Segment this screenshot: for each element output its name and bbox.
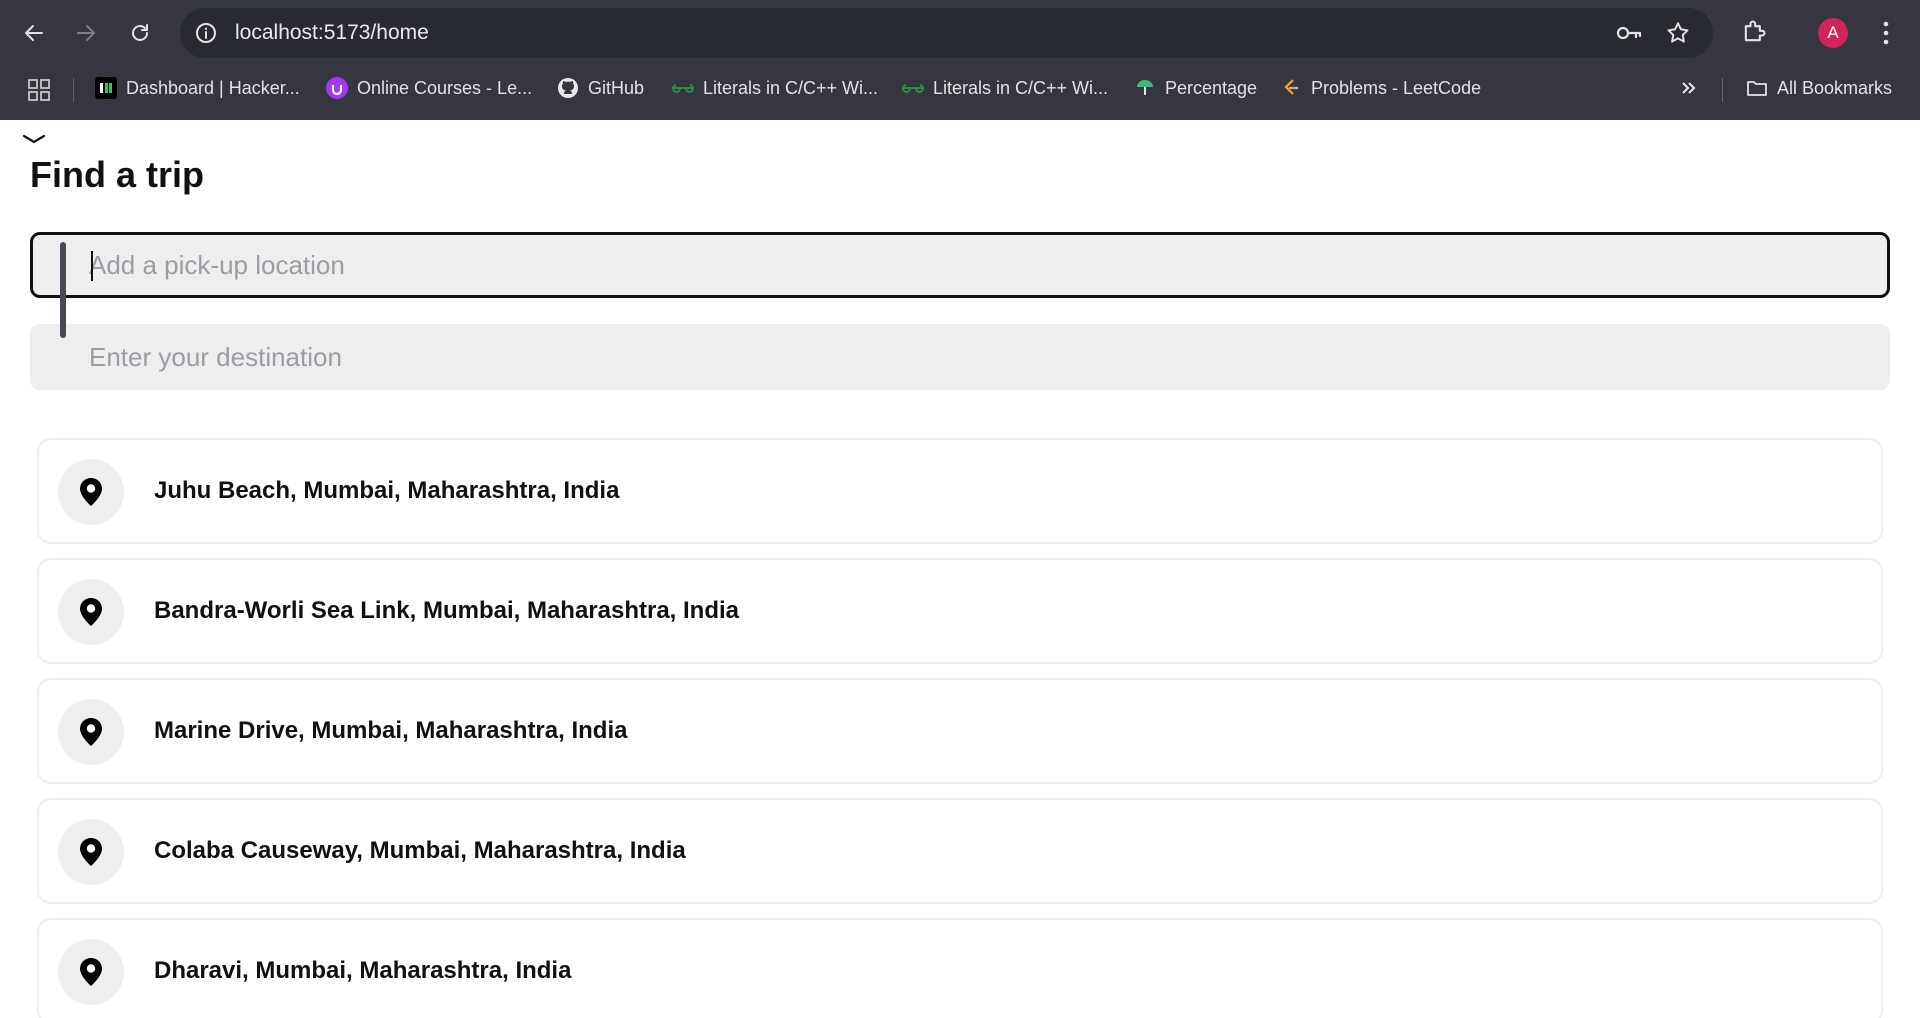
folder-icon	[1746, 77, 1768, 99]
geeksforgeeks-icon	[902, 77, 924, 99]
forward-button[interactable]	[66, 13, 106, 53]
address-bar[interactable]: localhost:5173/home	[180, 8, 1713, 58]
bookmarks-separator	[73, 78, 74, 102]
password-key-icon[interactable]	[1615, 21, 1643, 45]
all-bookmarks-button[interactable]: All Bookmarks	[1746, 74, 1892, 102]
chevron-double-right-icon	[1678, 77, 1700, 99]
github-icon	[557, 77, 579, 99]
bookmark-item[interactable]: Literals in C/C++ Wi...	[672, 74, 878, 102]
site-info-icon[interactable]	[194, 21, 218, 45]
location-suggestion[interactable]: Juhu Beach, Mumbai, Maharashtra, India	[37, 438, 1883, 544]
route-line	[60, 242, 66, 338]
location-suggestion[interactable]: Marine Drive, Mumbai, Maharashtra, India	[37, 678, 1883, 784]
location-pin-icon	[58, 579, 124, 645]
page-title: Find a trip	[30, 154, 204, 195]
bookmark-item[interactable]: Problems - LeetCode	[1280, 74, 1481, 102]
arrow-right-icon	[77, 25, 95, 41]
suggestion-label: Dharavi, Mumbai, Maharashtra, India	[154, 957, 572, 984]
suggestion-label: Juhu Beach, Mumbai, Maharashtra, India	[154, 477, 620, 504]
suggestion-label: Marine Drive, Mumbai, Maharashtra, India	[154, 717, 628, 744]
location-pin-icon	[58, 699, 124, 765]
browser-chrome: localhost:5173/home A Dashboard | Hacker…	[0, 0, 1920, 120]
reload-icon	[132, 24, 148, 41]
location-suggestions: Juhu Beach, Mumbai, Maharashtra, India B…	[37, 438, 1883, 1018]
more-menu-icon[interactable]	[1876, 18, 1896, 48]
more-bookmarks-button[interactable]	[1678, 74, 1700, 102]
hackerrank-icon	[95, 77, 117, 99]
chevron-down-icon[interactable]	[22, 132, 46, 146]
bookmark-item[interactable]: Percentage	[1134, 74, 1257, 102]
percentage-icon	[1134, 77, 1156, 99]
bookmark-item[interactable]: GitHub	[557, 74, 644, 102]
find-trip-panel: Find a trip Juhu Beach, Mumbai, Maharash…	[0, 120, 1920, 1018]
location-suggestion[interactable]: Bandra-Worli Sea Link, Mumbai, Maharasht…	[37, 558, 1883, 664]
pickup-input[interactable]	[89, 235, 1869, 295]
udemy-icon	[326, 77, 348, 99]
suggestion-label: Bandra-Worli Sea Link, Mumbai, Maharasht…	[154, 597, 740, 624]
location-suggestion[interactable]: Dharavi, Mumbai, Maharashtra, India	[37, 918, 1883, 1018]
destination-input[interactable]	[89, 327, 1869, 387]
geeksforgeeks-icon	[672, 77, 694, 99]
destination-field[interactable]	[30, 324, 1890, 390]
bookmarks-separator	[1722, 78, 1723, 102]
apps-grid-icon[interactable]	[27, 78, 51, 102]
reload-button[interactable]	[120, 13, 160, 53]
text-caret	[91, 251, 93, 281]
profile-avatar[interactable]: A	[1818, 18, 1848, 48]
bookmarks-bar: Dashboard | Hacker... Online Courses - L…	[0, 70, 1920, 106]
location-pin-icon	[58, 819, 124, 885]
bookmark-item[interactable]: Literals in C/C++ Wi...	[902, 74, 1108, 102]
back-button[interactable]	[14, 13, 54, 53]
location-suggestion[interactable]: Colaba Causeway, Mumbai, Maharashtra, In…	[37, 798, 1883, 904]
bookmark-star-icon[interactable]	[1665, 20, 1691, 46]
arrow-left-icon	[25, 25, 43, 41]
location-pin-icon	[58, 939, 124, 1005]
location-pin-icon	[58, 459, 124, 525]
suggestion-label: Colaba Causeway, Mumbai, Maharashtra, In…	[154, 837, 686, 864]
bookmark-item[interactable]: Dashboard | Hacker...	[95, 74, 300, 102]
leetcode-icon	[1280, 77, 1302, 99]
url-text[interactable]: localhost:5173/home	[235, 8, 429, 58]
bookmark-item[interactable]: Online Courses - Le...	[326, 74, 532, 102]
pickup-field[interactable]	[30, 232, 1890, 298]
extensions-icon[interactable]	[1740, 18, 1768, 46]
